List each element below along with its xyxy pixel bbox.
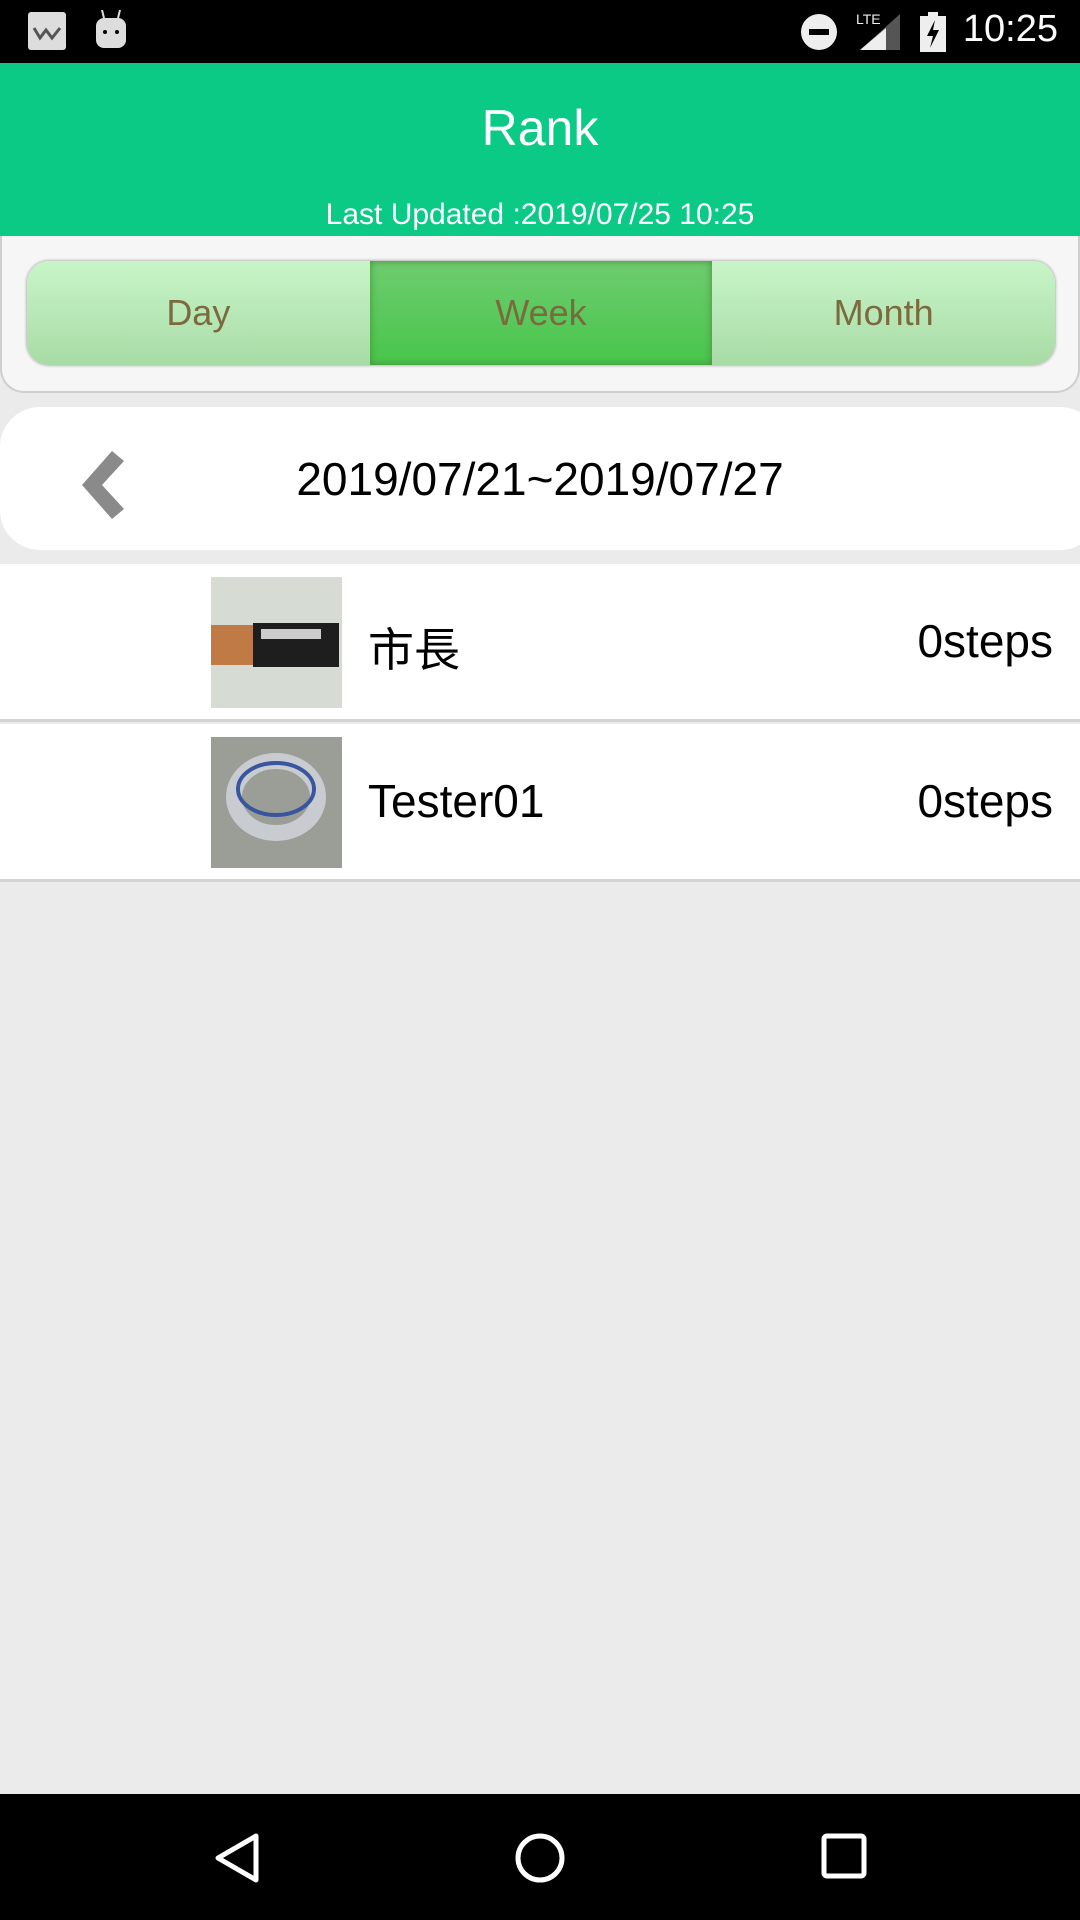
status-bar: LTE 10:25: [0, 0, 1080, 63]
user-name: 市長: [368, 624, 460, 676]
page-title: Rank: [481, 100, 599, 156]
home-icon[interactable]: [514, 1832, 566, 1884]
user-name: Tester01: [368, 775, 545, 827]
android-icon: [96, 10, 126, 48]
tab-week[interactable]: Week: [369, 261, 713, 365]
tab-day[interactable]: Day: [27, 261, 370, 365]
app-header: Rank Last Updated :2019/07/25 10:25: [0, 63, 1080, 236]
avatar: [211, 577, 342, 708]
navigation-bar: [0, 1794, 1080, 1920]
date-range-bar: 2019/07/21~2019/07/27: [0, 407, 1080, 550]
date-range-label: 2019/07/21~2019/07/27: [296, 453, 784, 505]
avatar: [211, 737, 342, 868]
notification-w-icon: [28, 12, 66, 50]
last-updated: Last Updated :2019/07/25 10:25: [325, 198, 755, 231]
clock: 10:25: [962, 8, 1058, 50]
back-icon[interactable]: [212, 1832, 262, 1884]
tab-month[interactable]: Month: [712, 261, 1055, 365]
step-count: 0steps: [917, 615, 1053, 667]
step-count: 0steps: [917, 775, 1053, 827]
recents-icon[interactable]: [820, 1832, 868, 1880]
battery-charging-icon: [920, 12, 946, 52]
period-selector: Day Week Month: [27, 261, 1055, 365]
svg-text:LTE: LTE: [856, 11, 881, 27]
lte-signal-icon: LTE: [856, 11, 900, 50]
do-not-disturb-icon: [801, 14, 837, 50]
period-selector-container: Day Week Month: [0, 236, 1080, 393]
ranking-row[interactable]: Tester01 0steps: [0, 724, 1080, 882]
ranking-row[interactable]: 市長 0steps: [0, 564, 1080, 722]
